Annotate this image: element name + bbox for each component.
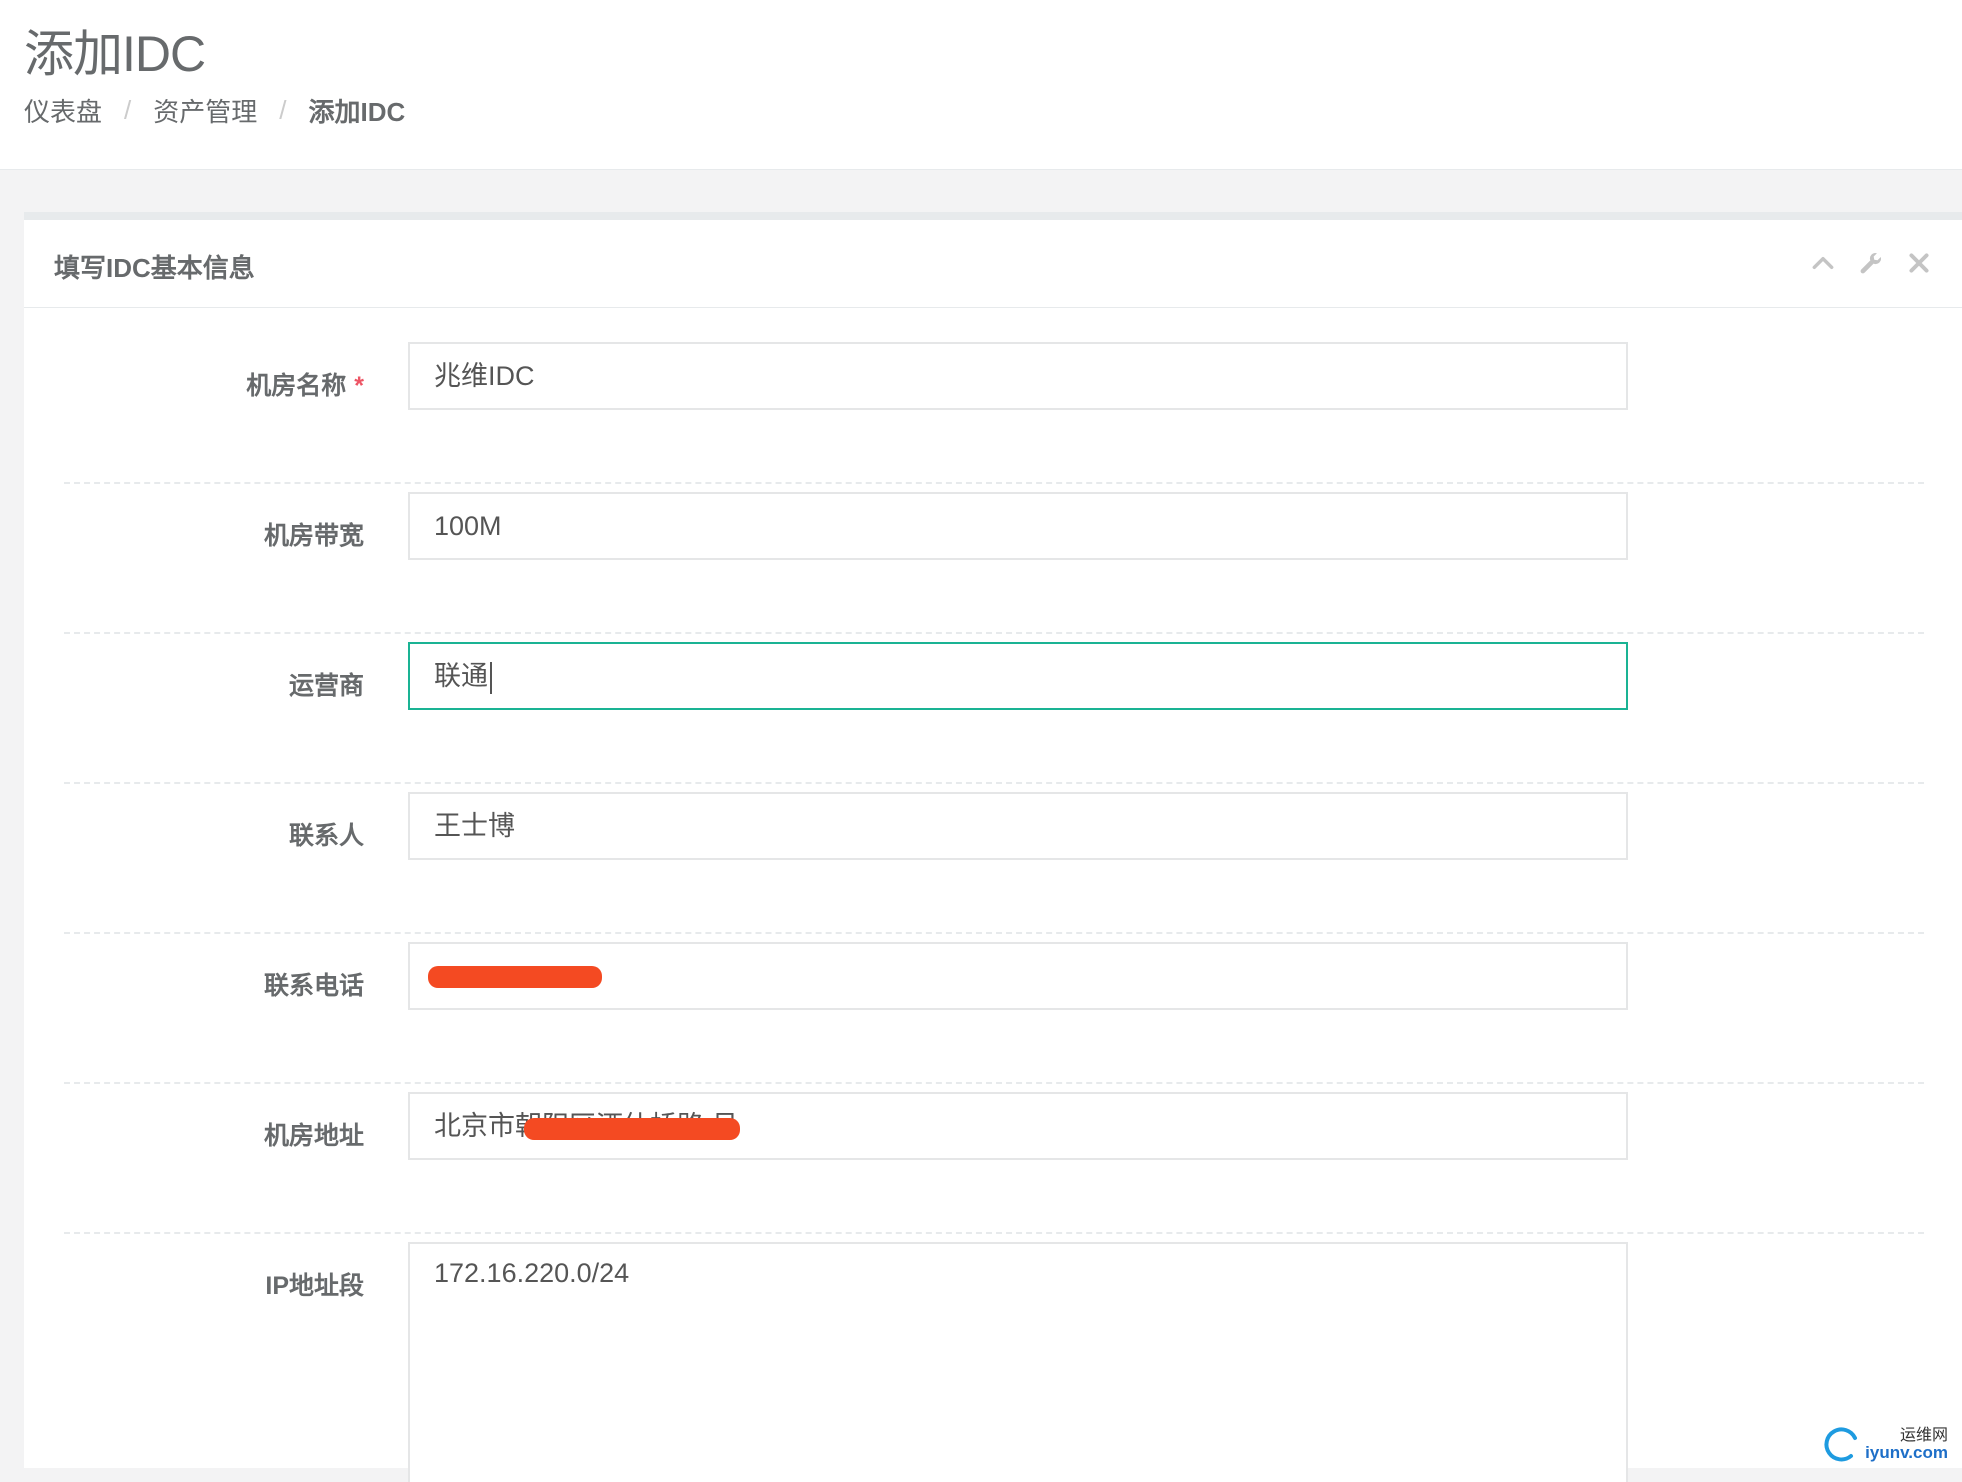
- breadcrumb-asset-management[interactable]: 资产管理: [153, 92, 257, 129]
- label-ip-range: IP地址段: [265, 1266, 364, 1302]
- watermark-en: iyunv.com: [1865, 1444, 1948, 1461]
- close-icon[interactable]: [1906, 250, 1932, 276]
- label-room-name: 机房名称 *: [246, 366, 364, 402]
- form-row-bandwidth: 机房带宽 100M: [64, 484, 1924, 634]
- breadcrumb-separator: /: [124, 95, 131, 126]
- form-row-name: 机房名称 * 兆维IDC: [64, 334, 1924, 484]
- collapse-icon[interactable]: [1810, 250, 1836, 276]
- bandwidth-input[interactable]: 100M: [408, 492, 1628, 560]
- breadcrumb-current: 添加IDC: [309, 92, 406, 129]
- label-operator: 运营商: [289, 666, 364, 702]
- idc-info-panel: 填写IDC基本信息 机房名称 * 兆维IDC 机房带宽 100M 运营商 联通: [24, 212, 1962, 1468]
- page-title: 添加IDC: [24, 14, 205, 86]
- label-bandwidth: 机房带宽: [264, 516, 364, 552]
- panel-title: 填写IDC基本信息: [54, 248, 255, 285]
- contact-input[interactable]: 王士博: [408, 792, 1628, 860]
- label-room-name-text: 机房名称: [246, 372, 346, 400]
- room-name-input[interactable]: 兆维IDC: [408, 342, 1628, 410]
- label-address: 机房地址: [264, 1116, 364, 1152]
- address-input[interactable]: 北京市朝阳区酒仙桥路 号: [408, 1092, 1628, 1160]
- form-row-operator: 运营商 联通: [64, 634, 1924, 784]
- label-contact: 联系人: [289, 816, 364, 852]
- label-phone: 联系电话: [264, 966, 364, 1002]
- form-row-address: 机房地址 北京市朝阳区酒仙桥路 号: [64, 1084, 1924, 1234]
- watermark-cn: 运维网: [1865, 1428, 1948, 1444]
- form-row-phone: 联系电话: [64, 934, 1924, 1084]
- panel-header: 填写IDC基本信息: [24, 220, 1962, 308]
- required-marker: *: [354, 372, 364, 400]
- operator-input-value: 联通: [434, 661, 488, 691]
- ip-range-textarea[interactable]: 172.16.220.0/24: [408, 1242, 1628, 1482]
- form-row-contact: 联系人 王士博: [64, 784, 1924, 934]
- watermark-logo: 运维网 iyunv.com: [1821, 1424, 1948, 1464]
- breadcrumb-dashboard[interactable]: 仪表盘: [24, 92, 102, 129]
- text-cursor: [490, 662, 492, 694]
- form-row-ip-range: IP地址段 172.16.220.0/24: [64, 1234, 1924, 1474]
- operator-input[interactable]: 联通: [408, 642, 1628, 710]
- wrench-icon[interactable]: [1858, 250, 1884, 276]
- phone-input[interactable]: [408, 942, 1628, 1010]
- watermark-text: 运维网 iyunv.com: [1865, 1428, 1948, 1461]
- breadcrumb: 仪表盘 / 资产管理 / 添加IDC: [24, 92, 405, 129]
- breadcrumb-separator: /: [279, 95, 286, 126]
- watermark-swirl-icon: [1821, 1424, 1861, 1464]
- page-heading: 添加IDC 仪表盘 / 资产管理 / 添加IDC: [0, 0, 1962, 170]
- panel-tools: [1810, 250, 1932, 276]
